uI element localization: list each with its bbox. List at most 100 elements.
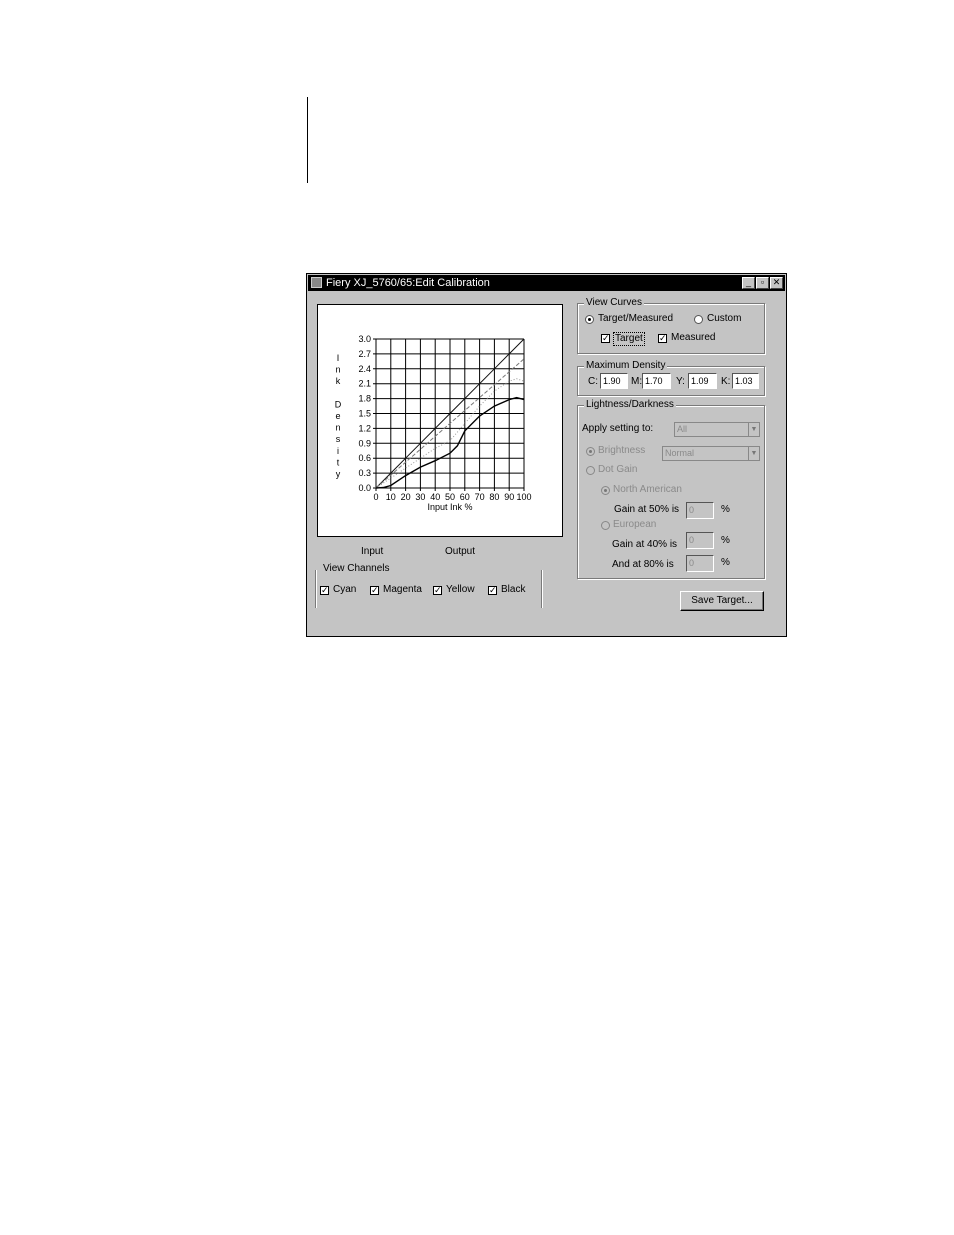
y-tick-label: 1.2 xyxy=(358,423,371,433)
y-axis-label-char: t xyxy=(337,457,340,467)
y-tick-label: 2.7 xyxy=(358,349,371,359)
y-tick-label: 0.3 xyxy=(358,468,371,478)
brightness-label[interactable]: Brightness xyxy=(598,445,645,457)
apply-setting-select[interactable]: All ▼ xyxy=(674,422,760,437)
target-measured-radio[interactable] xyxy=(585,315,594,324)
save-target-button[interactable]: Save Target... xyxy=(680,591,764,611)
window-title: Fiery XJ_5760/65:Edit Calibration xyxy=(326,277,490,289)
target-checkbox[interactable]: ✓ xyxy=(601,334,610,343)
gain-40-label: Gain at 40% is xyxy=(612,539,678,550)
c-density-input[interactable]: 1.90 xyxy=(600,373,628,389)
gain-50-input[interactable]: 0 xyxy=(686,502,714,519)
y-density-label: Y: xyxy=(676,376,685,387)
european-label[interactable]: European xyxy=(613,519,656,531)
input-label: Input xyxy=(361,546,384,557)
black-label[interactable]: Black xyxy=(501,584,525,596)
y-tick-label: 2.4 xyxy=(358,364,371,374)
european-radio[interactable] xyxy=(601,521,610,530)
y-axis-label-char: n xyxy=(335,423,340,433)
app-icon[interactable] xyxy=(311,277,322,288)
edit-calibration-window: Fiery XJ_5760/65:Edit Calibration _ ▫ ✕ … xyxy=(306,273,787,637)
apply-setting-label: Apply setting to: xyxy=(582,423,654,434)
y-density-input[interactable]: 1.09 xyxy=(688,373,717,389)
x-tick-label: 60 xyxy=(460,492,470,502)
y-axis-label-char: s xyxy=(336,434,341,444)
y-axis-label-char: I xyxy=(337,353,340,363)
c-density-label: C: xyxy=(588,376,598,387)
title-bar[interactable]: Fiery XJ_5760/65:Edit Calibration _ ▫ ✕ xyxy=(308,275,785,291)
lightness-darkness-group: Lightness/Darkness Apply setting to: All… xyxy=(577,399,765,579)
x-tick-label: 90 xyxy=(504,492,514,502)
view-channels-title: View Channels xyxy=(323,563,390,574)
y-tick-label: 0.9 xyxy=(358,438,371,448)
close-button[interactable]: ✕ xyxy=(770,277,783,289)
brightness-radio[interactable] xyxy=(586,447,595,456)
measured-checkbox[interactable]: ✓ xyxy=(658,334,667,343)
custom-label[interactable]: Custom xyxy=(707,313,741,325)
measured-label[interactable]: Measured xyxy=(671,332,715,344)
and-80-pct: % xyxy=(721,557,730,568)
x-tick-label: 80 xyxy=(489,492,499,502)
brightness-select[interactable]: Normal ▼ xyxy=(662,446,760,461)
maximum-density-group: Maximum Density C: 1.90 M: 1.70 Y: 1.09 … xyxy=(577,360,765,396)
custom-radio[interactable] xyxy=(694,315,703,324)
yellow-checkbox[interactable]: ✓ xyxy=(433,586,442,595)
dot-gain-label[interactable]: Dot Gain xyxy=(598,464,637,476)
brightness-value: Normal xyxy=(665,448,695,458)
y-axis-label-char: e xyxy=(335,411,340,421)
gain-50-label: Gain at 50% is xyxy=(614,504,680,515)
x-tick-label: 10 xyxy=(386,492,396,502)
north-american-radio[interactable] xyxy=(601,486,610,495)
y-axis-label-char: y xyxy=(336,469,341,479)
cyan-label[interactable]: Cyan xyxy=(333,584,356,596)
target-measured-label[interactable]: Target/Measured xyxy=(598,313,673,325)
target-label[interactable]: Target xyxy=(613,332,645,346)
calibration-chart-panel: 0 10 20 30 40 50 60 70 80 90 100 3.0 2.7 2.4 2.1 1.8 1.5… xyxy=(317,304,563,537)
x-tick-label: 50 xyxy=(445,492,455,502)
ink-density-chart: 0 10 20 30 40 50 60 70 80 90 100 3.0 2.7 2.4 2.1 1.8 1.5… xyxy=(335,334,532,512)
y-tick-label: 0.0 xyxy=(358,483,371,493)
lightness-darkness-title: Lightness/Darkness xyxy=(584,399,676,411)
north-american-label[interactable]: North American xyxy=(613,484,682,496)
channels-right-divider xyxy=(541,570,542,608)
y-axis-label-char: n xyxy=(335,365,340,375)
chevron-down-icon: ▼ xyxy=(748,423,759,436)
and-80-input[interactable]: 0 xyxy=(686,555,714,572)
y-tick-label: 1.8 xyxy=(358,394,371,404)
m-density-label: M: xyxy=(631,376,643,387)
y-tick-label: 3.0 xyxy=(358,334,371,344)
apply-setting-value: All xyxy=(677,424,688,434)
gain-50-pct: % xyxy=(721,504,730,515)
y-tick-label: 1.5 xyxy=(358,409,371,419)
minimize-button[interactable]: _ xyxy=(742,277,755,289)
k-density-input[interactable]: 1.03 xyxy=(732,373,759,389)
black-checkbox[interactable]: ✓ xyxy=(488,586,497,595)
gain-40-input[interactable]: 0 xyxy=(686,532,714,549)
y-tick-label: 0.6 xyxy=(358,453,371,463)
gain-40-pct: % xyxy=(721,535,730,546)
x-axis-label: Input Ink % xyxy=(427,502,472,512)
x-tick-label: 70 xyxy=(475,492,485,502)
y-axis-label-char: k xyxy=(336,376,341,386)
y-axis-label-char: i xyxy=(337,446,339,456)
and-80-label: And at 80% is xyxy=(612,559,674,570)
chevron-down-icon: ▼ xyxy=(748,447,759,460)
cyan-checkbox[interactable]: ✓ xyxy=(320,586,329,595)
dot-gain-radio[interactable] xyxy=(586,466,595,475)
magenta-checkbox[interactable]: ✓ xyxy=(370,586,379,595)
y-axis-label-char: D xyxy=(335,399,342,409)
x-tick-label: 0 xyxy=(373,492,378,502)
maximum-density-title: Maximum Density xyxy=(584,360,668,372)
margin-rule xyxy=(307,97,308,183)
view-curves-group: View Curves Target/Measured Custom ✓ Tar… xyxy=(577,297,765,354)
x-tick-label: 30 xyxy=(415,492,425,502)
view-curves-title: View Curves xyxy=(584,297,644,309)
magenta-label[interactable]: Magenta xyxy=(383,584,422,596)
yellow-label[interactable]: Yellow xyxy=(446,584,475,596)
output-label: Output xyxy=(445,546,476,557)
m-density-input[interactable]: 1.70 xyxy=(642,373,671,389)
k-density-label: K: xyxy=(721,376,731,387)
y-tick-label: 2.1 xyxy=(358,379,371,389)
x-tick-label: 20 xyxy=(401,492,411,502)
maximize-button[interactable]: ▫ xyxy=(756,277,769,289)
